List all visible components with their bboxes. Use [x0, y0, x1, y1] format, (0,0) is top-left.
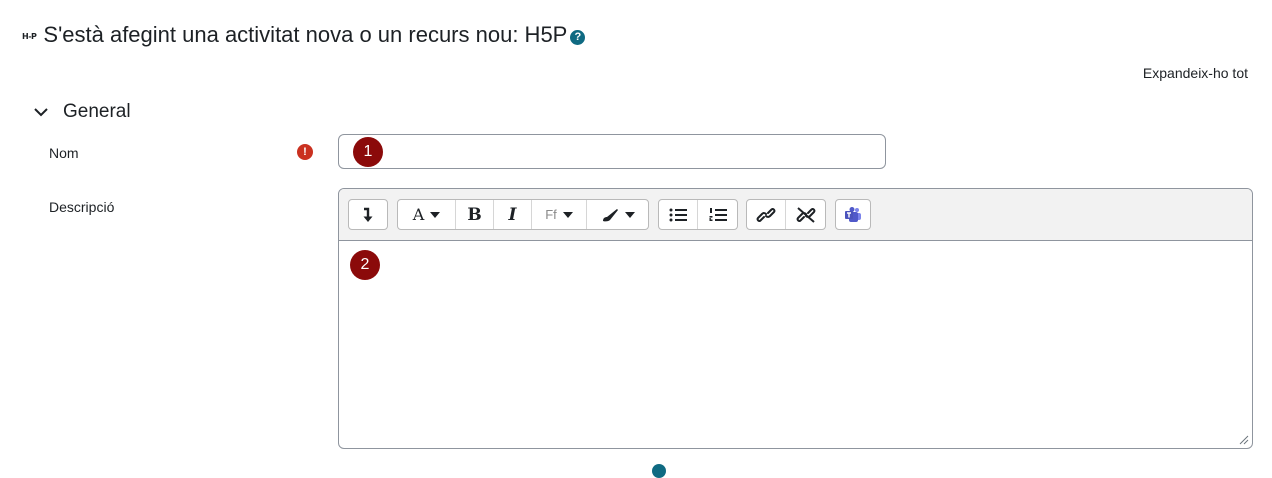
page-header: H-P S'està afegint una activitat nova o … — [22, 22, 586, 48]
collapse-toolbar-icon — [363, 207, 373, 222]
expand-all-link[interactable]: Expandeix-ho tot — [1143, 65, 1248, 81]
italic-button[interactable]: I — [494, 200, 532, 229]
name-label: Nom — [49, 145, 79, 161]
text-color-icon — [602, 208, 618, 221]
italic-icon: I — [508, 204, 517, 225]
unlink-icon — [796, 206, 815, 223]
caret-down-icon — [624, 211, 635, 218]
teams-meeting-icon — [845, 206, 861, 222]
section-title: General — [63, 101, 131, 122]
help-icon[interactable]: ? — [570, 29, 586, 45]
description-label: Descripció — [49, 199, 115, 215]
required-icon: ! — [297, 144, 313, 160]
caret-down-icon — [562, 211, 573, 218]
name-input[interactable] — [338, 134, 886, 169]
teams-meeting-button[interactable] — [836, 200, 870, 229]
ordered-list-icon — [709, 207, 727, 221]
description-editor: A B I Ff — [338, 188, 1253, 449]
toolbar-group-teams — [835, 199, 871, 230]
page-title: S'està afegint una activitat nova o un r… — [43, 22, 568, 47]
bold-button[interactable]: B — [456, 200, 494, 229]
text-color-button[interactable] — [587, 200, 648, 229]
link-button[interactable] — [747, 200, 786, 229]
caret-down-icon — [430, 211, 441, 218]
font-family-icon: Ff — [545, 207, 557, 222]
font-style-button[interactable]: A — [398, 200, 456, 229]
callout-badge-1: 1 — [353, 137, 383, 167]
ordered-list-button[interactable] — [698, 200, 737, 229]
chevron-down-icon — [34, 108, 48, 117]
link-icon — [756, 207, 776, 222]
resize-handle-icon[interactable] — [1239, 435, 1249, 445]
description-textarea[interactable] — [339, 241, 1252, 448]
font-style-icon: A — [412, 205, 425, 224]
bold-icon: B — [467, 204, 482, 225]
partial-help-icon[interactable] — [652, 464, 666, 478]
toolbar-group-lists — [658, 199, 738, 230]
font-family-button[interactable]: Ff — [532, 200, 587, 229]
collapse-toolbar-button[interactable] — [349, 200, 387, 229]
unordered-list-button[interactable] — [659, 200, 698, 229]
section-general-toggle[interactable]: General — [32, 101, 131, 123]
toolbar-group-collapse — [348, 199, 388, 230]
toolbar-group-links — [746, 199, 826, 230]
unordered-list-icon — [669, 208, 687, 221]
unlink-button[interactable] — [786, 200, 825, 229]
callout-badge-2: 2 — [350, 250, 380, 280]
editor-toolbar: A B I Ff — [339, 189, 1252, 241]
toolbar-group-style: A B I Ff — [397, 199, 649, 230]
h5p-logo-icon: H-P — [22, 31, 37, 41]
